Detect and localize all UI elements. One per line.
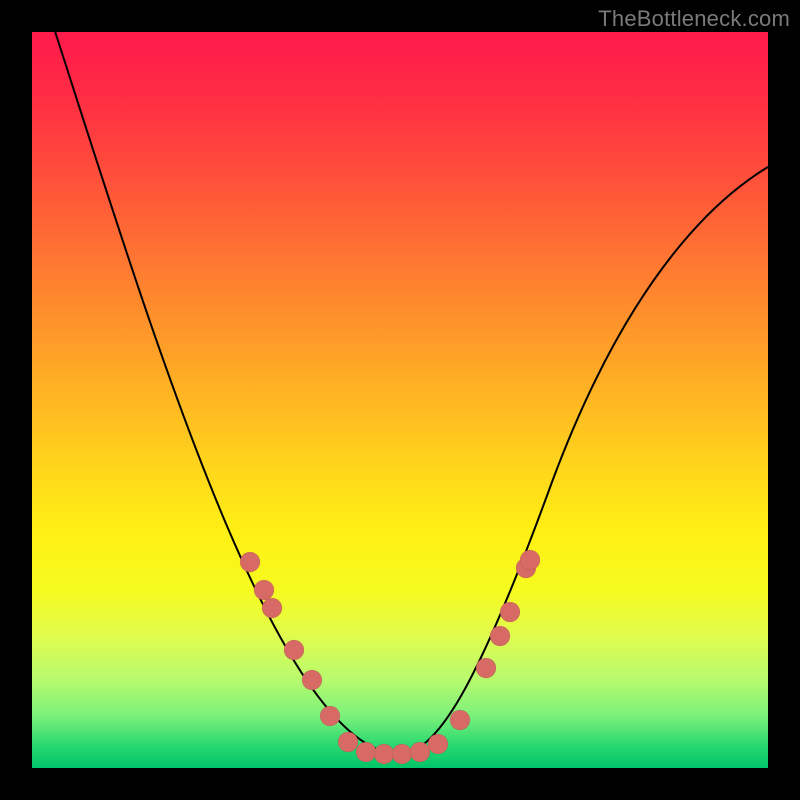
data-dot: [374, 744, 394, 764]
data-dot: [240, 552, 260, 572]
watermark-text: TheBottleneck.com: [598, 6, 790, 32]
data-dot: [450, 710, 470, 730]
data-dot: [338, 732, 358, 752]
plot-area: [32, 32, 768, 768]
data-dot: [490, 626, 510, 646]
data-dot: [428, 734, 448, 754]
data-dot: [262, 598, 282, 618]
bottleneck-curve: [52, 22, 800, 754]
data-dot: [476, 658, 496, 678]
data-dot: [254, 580, 274, 600]
data-dots: [240, 550, 540, 764]
data-dot: [284, 640, 304, 660]
data-dot: [500, 602, 520, 622]
curve-layer: [32, 32, 768, 768]
data-dot: [410, 742, 430, 762]
data-dot: [302, 670, 322, 690]
data-dot: [392, 744, 412, 764]
data-dot: [520, 550, 540, 570]
chart-frame: TheBottleneck.com: [0, 0, 800, 800]
data-dot: [320, 706, 340, 726]
data-dot: [356, 742, 376, 762]
